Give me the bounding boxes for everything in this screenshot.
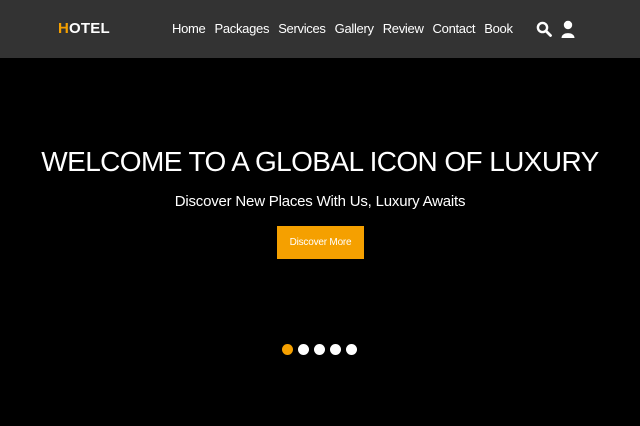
nav-link-home[interactable]: Home — [172, 20, 206, 38]
navbar: HOTEL Home Packages Services Gallery Rev… — [0, 0, 640, 58]
slider-dot[interactable] — [298, 344, 309, 355]
slider-dot[interactable] — [314, 344, 325, 355]
hero-title: WELCOME TO A GLOBAL ICON OF LUXURY — [41, 146, 599, 177]
nav-link-review[interactable]: Review — [383, 20, 424, 38]
nav-link-packages[interactable]: Packages — [214, 20, 269, 38]
nav-link-gallery[interactable]: Gallery — [335, 20, 374, 38]
hero-subtitle: Discover New Places With Us, Luxury Awai… — [174, 193, 466, 210]
nav-link-contact[interactable]: Contact — [433, 20, 476, 38]
search-icon[interactable] — [536, 20, 552, 38]
logo-text: OTEL — [69, 20, 110, 37]
nav-link-services[interactable]: Services — [278, 20, 326, 38]
user-icon[interactable] — [560, 20, 576, 38]
nav-link-book[interactable]: Book — [484, 20, 513, 38]
header-icons — [536, 20, 576, 38]
discover-more-button[interactable]: Discover More — [277, 226, 364, 259]
slider-dot[interactable] — [346, 344, 357, 355]
slider-dot[interactable] — [330, 344, 341, 355]
main-nav: Home Packages Services Gallery Review Co… — [172, 20, 522, 38]
hero-section: WELCOME TO A GLOBAL ICON OF LUXURY Disco… — [0, 58, 640, 426]
logo[interactable]: HOTEL — [58, 20, 110, 38]
slider-dot[interactable] — [282, 344, 293, 355]
slider-dots — [282, 344, 357, 355]
logo-accent-letter: H — [58, 20, 70, 37]
